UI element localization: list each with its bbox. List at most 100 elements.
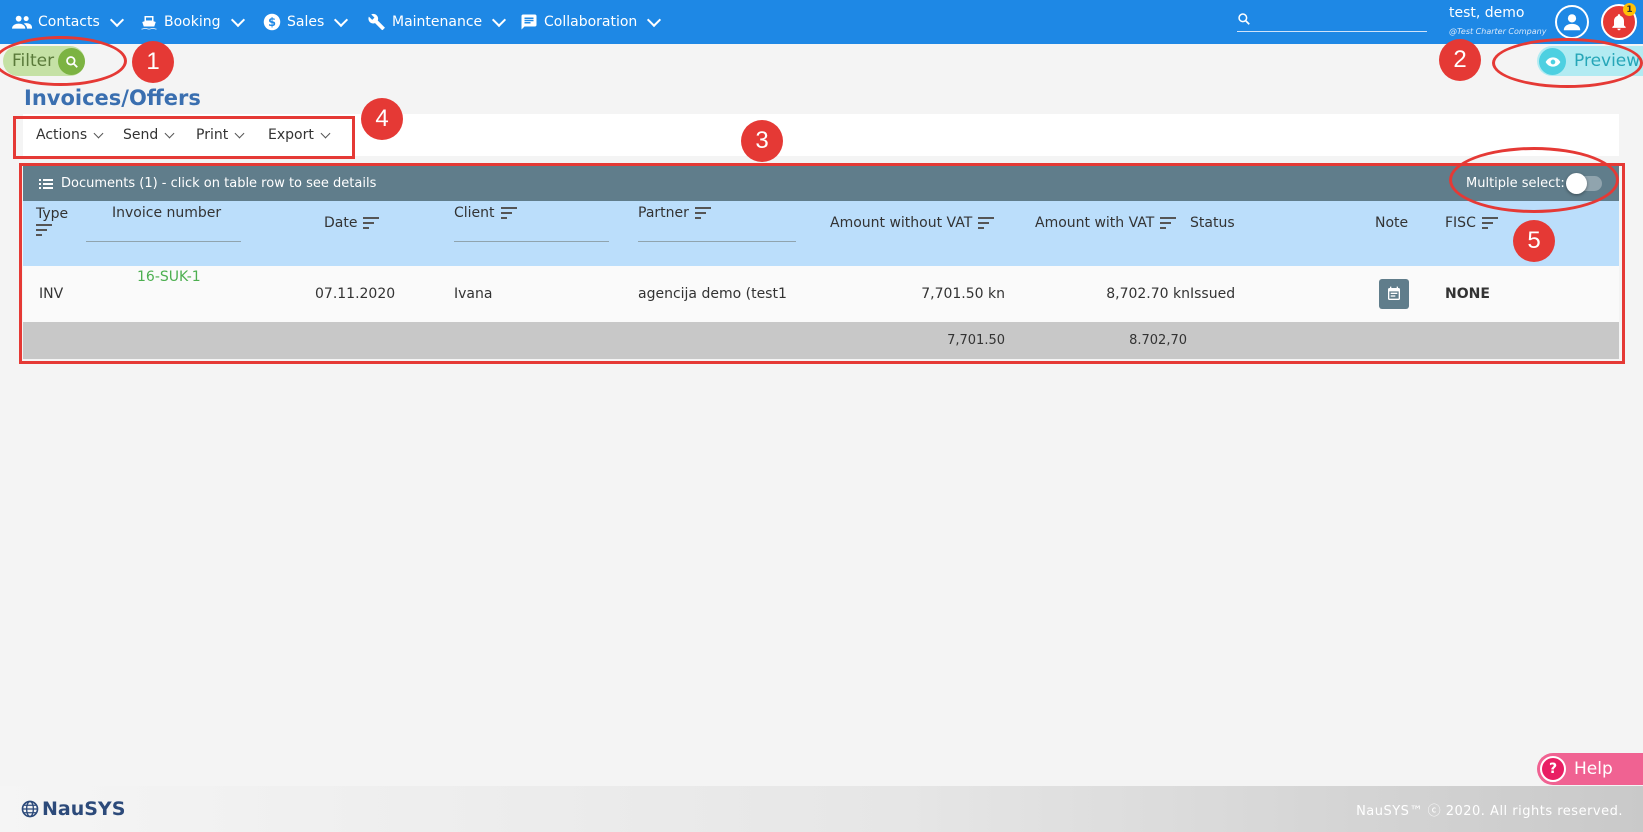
preview-label: Preview xyxy=(1574,51,1641,71)
column-date-label: Date xyxy=(324,215,358,231)
total-amount-with-vat: 8.702,70 xyxy=(1129,333,1187,348)
column-header-note: Note xyxy=(1375,215,1408,231)
nav-booking[interactable]: Booking xyxy=(140,0,245,44)
chevron-down-icon xyxy=(109,12,124,27)
boat-icon xyxy=(141,16,157,30)
cell-amount-with-vat: 8,702.70 kn xyxy=(1106,286,1190,302)
search-field xyxy=(1237,10,1427,32)
column-status-label: Status xyxy=(1190,215,1235,231)
search-icon xyxy=(58,48,85,75)
nav-maintenance-label: Maintenance xyxy=(392,14,483,30)
nav-contacts-label: Contacts xyxy=(38,14,100,30)
chevron-down-icon xyxy=(230,12,245,27)
top-navigation-bar: Contacts Booking $ Sales Maintenance Col… xyxy=(0,0,1643,44)
nav-contacts[interactable]: Contacts xyxy=(12,0,124,44)
column-header-invoice-number[interactable]: Invoice number xyxy=(112,205,221,221)
nav-maintenance[interactable]: Maintenance xyxy=(368,0,507,44)
annotation-marker-4: 4 xyxy=(361,98,403,140)
page-title: Invoices/Offers xyxy=(24,86,201,110)
column-note-label: Note xyxy=(1375,215,1409,231)
nav-collaboration[interactable]: Collaboration xyxy=(520,0,662,44)
table-totals-row: 7,701.50 8.702,70 xyxy=(23,322,1619,359)
annotation-marker-5: 5 xyxy=(1513,220,1555,262)
notification-badge: 1 xyxy=(1623,3,1636,16)
help-button[interactable]: ? Help xyxy=(1537,753,1643,785)
column-partner-label: Partner xyxy=(638,205,689,221)
copyright-text: NauSYS™ ⓒ 2020. All rights reserved. xyxy=(1356,804,1623,819)
column-amount-without-vat-label: Amount without VAT xyxy=(830,215,973,231)
annotation-marker-2: 2 xyxy=(1439,39,1481,81)
people-icon xyxy=(12,15,32,29)
column-header-date[interactable]: Date xyxy=(324,215,380,231)
column-type-label: Type xyxy=(36,206,69,222)
print-dropdown[interactable]: Print xyxy=(196,114,245,156)
cell-client: Ivana xyxy=(454,286,493,302)
export-label: Export xyxy=(268,127,314,143)
column-fisc-label: FISC xyxy=(1445,215,1476,231)
search-icon xyxy=(1238,13,1250,25)
nav-sales-label: Sales xyxy=(287,14,325,30)
user-name: test, demo xyxy=(1449,5,1525,21)
multiple-select-label: Multiple select: xyxy=(1466,176,1565,191)
nav-booking-label: Booking xyxy=(164,14,221,30)
chat-icon xyxy=(521,14,537,30)
chevron-down-icon xyxy=(93,128,104,138)
cell-date: 07.11.2020 xyxy=(315,286,396,302)
chevron-down-icon xyxy=(234,128,245,138)
cell-fisc: NONE xyxy=(1445,286,1490,302)
cell-status: Issued xyxy=(1190,286,1236,302)
actions-label: Actions xyxy=(36,127,88,143)
question-icon: ? xyxy=(1540,756,1566,782)
help-label: Help xyxy=(1574,759,1613,779)
table-column-headers: Type Invoice number Date Client Partner … xyxy=(23,201,1619,266)
note-icon xyxy=(1388,286,1400,300)
column-header-client[interactable]: Client xyxy=(454,205,517,221)
column-header-partner[interactable]: Partner xyxy=(638,205,711,221)
documents-title-text: Documents (1) - click on table row to se… xyxy=(61,176,377,191)
cell-partner: agencija demo (test1 xyxy=(638,286,787,302)
cell-invoice-number-link[interactable]: 16-SUK-1 xyxy=(137,266,201,288)
total-amount-without-vat: 7,701.50 xyxy=(947,333,1005,348)
preview-button[interactable]: Preview xyxy=(1537,46,1643,76)
sort-icon xyxy=(500,207,517,219)
multiple-select-toggle[interactable] xyxy=(1566,173,1602,194)
column-invoice-number-label: Invoice number xyxy=(112,205,222,221)
send-label: Send xyxy=(123,127,159,143)
cell-type: INV xyxy=(39,286,64,302)
user-avatar[interactable] xyxy=(1555,5,1589,39)
actions-dropdown[interactable]: Actions xyxy=(36,114,104,156)
dollar-icon: $ xyxy=(263,13,281,31)
documents-header: Documents (1) - click on table row to se… xyxy=(23,166,1619,201)
send-dropdown[interactable]: Send xyxy=(123,114,175,156)
chevron-down-icon xyxy=(164,128,175,138)
nav-sales[interactable]: $ Sales xyxy=(263,0,349,44)
note-button[interactable] xyxy=(1379,279,1409,309)
column-header-amount-with-vat[interactable]: Amount with VAT xyxy=(1035,215,1177,231)
sort-icon xyxy=(1160,217,1177,229)
column-header-amount-without-vat[interactable]: Amount without VAT xyxy=(830,215,995,231)
search-input[interactable] xyxy=(1255,10,1425,30)
column-header-fisc[interactable]: FISC xyxy=(1445,215,1498,231)
footer: NauSYS NauSYS™ ⓒ 2020. All rights reserv… xyxy=(0,786,1643,832)
table-row[interactable]: INV 16-SUK-1 07.11.2020 Ivana agencija d… xyxy=(23,266,1619,322)
globe-icon xyxy=(21,800,39,818)
eye-icon xyxy=(1539,48,1566,75)
sort-icon xyxy=(978,217,995,229)
user-company: @Test Charter Company xyxy=(1449,27,1547,36)
user-icon xyxy=(1563,14,1581,31)
sort-icon xyxy=(1481,217,1498,229)
wrench-icon xyxy=(368,13,385,31)
column-amount-with-vat-label: Amount with VAT xyxy=(1035,215,1155,231)
annotation-marker-1: 1 xyxy=(132,41,174,83)
export-dropdown[interactable]: Export xyxy=(268,114,331,156)
print-label: Print xyxy=(196,127,229,143)
toolbar: Actions Send Print Export xyxy=(23,114,1619,156)
partner-filter-line xyxy=(638,241,796,242)
column-header-type[interactable]: Type xyxy=(36,206,68,236)
annotation-marker-3: 3 xyxy=(741,120,783,162)
filter-button[interactable]: Filter xyxy=(3,46,85,76)
list-icon xyxy=(39,178,53,189)
documents-title: Documents (1) - click on table row to se… xyxy=(39,166,376,201)
chevron-down-icon xyxy=(647,12,662,27)
svg-text:$: $ xyxy=(268,16,276,29)
